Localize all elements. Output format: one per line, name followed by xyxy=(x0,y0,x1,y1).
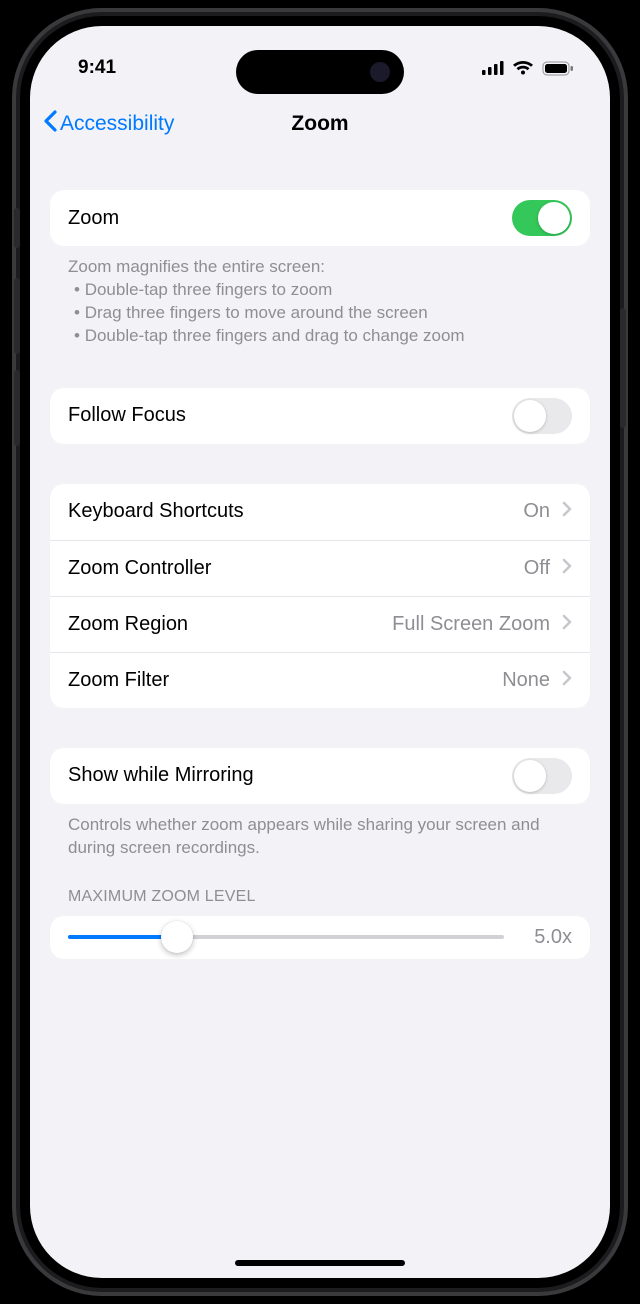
zoom-filter-row[interactable]: Zoom Filter None xyxy=(50,652,590,708)
zoom-controller-label: Zoom Controller xyxy=(68,557,512,580)
volume-down-button xyxy=(14,370,20,446)
follow-focus-row[interactable]: Follow Focus xyxy=(50,388,590,444)
chevron-right-icon xyxy=(562,614,572,635)
chevron-right-icon xyxy=(562,558,572,579)
zoom-footer-bullet: Double-tap three fingers and drag to cha… xyxy=(74,325,572,348)
max-zoom-value: 5.0x xyxy=(520,926,572,949)
max-zoom-header: MAXIMUM ZOOM LEVEL xyxy=(50,860,590,916)
zoom-toggle[interactable] xyxy=(512,200,572,236)
keyboard-shortcuts-row[interactable]: Keyboard Shortcuts On xyxy=(50,484,590,540)
keyboard-shortcuts-value: On xyxy=(523,500,550,523)
follow-focus-label: Follow Focus xyxy=(68,404,500,427)
back-button[interactable]: Accessibility xyxy=(42,109,174,139)
slider-thumb[interactable] xyxy=(161,921,193,953)
page-title: Zoom xyxy=(291,112,348,136)
zoom-label: Zoom xyxy=(68,207,500,230)
max-zoom-slider[interactable] xyxy=(68,935,504,939)
zoom-region-value: Full Screen Zoom xyxy=(392,613,550,636)
show-while-mirroring-row[interactable]: Show while Mirroring xyxy=(50,748,590,804)
zoom-footer-bullet: Drag three fingers to move around the sc… xyxy=(74,302,572,325)
phone-frame: 9:41 Accessibility Zoom xyxy=(12,8,628,1296)
cellular-icon xyxy=(482,61,504,75)
zoom-controller-value: Off xyxy=(524,557,550,580)
dynamic-island xyxy=(236,50,404,94)
zoom-footer-lead: Zoom magnifies the entire screen: xyxy=(68,256,572,279)
nav-bar: Accessibility Zoom xyxy=(30,98,610,150)
screen: 9:41 Accessibility Zoom xyxy=(30,26,610,1278)
power-button xyxy=(620,308,626,428)
ringer-switch xyxy=(14,208,20,248)
zoom-region-label: Zoom Region xyxy=(68,613,380,636)
zoom-filter-value: None xyxy=(502,669,550,692)
show-while-mirroring-toggle[interactable] xyxy=(512,758,572,794)
zoom-footer-bullet: Double-tap three fingers to zoom xyxy=(74,279,572,302)
chevron-left-icon xyxy=(42,109,58,139)
show-while-mirroring-label: Show while Mirroring xyxy=(68,764,500,787)
mirroring-footer: Controls whether zoom appears while shar… xyxy=(50,804,590,860)
max-zoom-slider-row[interactable]: 5.0x xyxy=(50,916,590,959)
status-time: 9:41 xyxy=(78,57,116,79)
zoom-footer: Zoom magnifies the entire screen: Double… xyxy=(50,246,590,348)
zoom-region-row[interactable]: Zoom Region Full Screen Zoom xyxy=(50,596,590,652)
zoom-row[interactable]: Zoom xyxy=(50,190,590,246)
home-indicator[interactable] xyxy=(235,1260,405,1266)
volume-up-button xyxy=(14,278,20,354)
battery-icon xyxy=(542,61,574,76)
follow-focus-toggle[interactable] xyxy=(512,398,572,434)
chevron-right-icon xyxy=(562,670,572,691)
wifi-icon xyxy=(512,60,534,76)
keyboard-shortcuts-label: Keyboard Shortcuts xyxy=(68,500,511,523)
zoom-filter-label: Zoom Filter xyxy=(68,669,490,692)
chevron-right-icon xyxy=(562,501,572,522)
zoom-controller-row[interactable]: Zoom Controller Off xyxy=(50,540,590,596)
back-label: Accessibility xyxy=(60,112,174,136)
